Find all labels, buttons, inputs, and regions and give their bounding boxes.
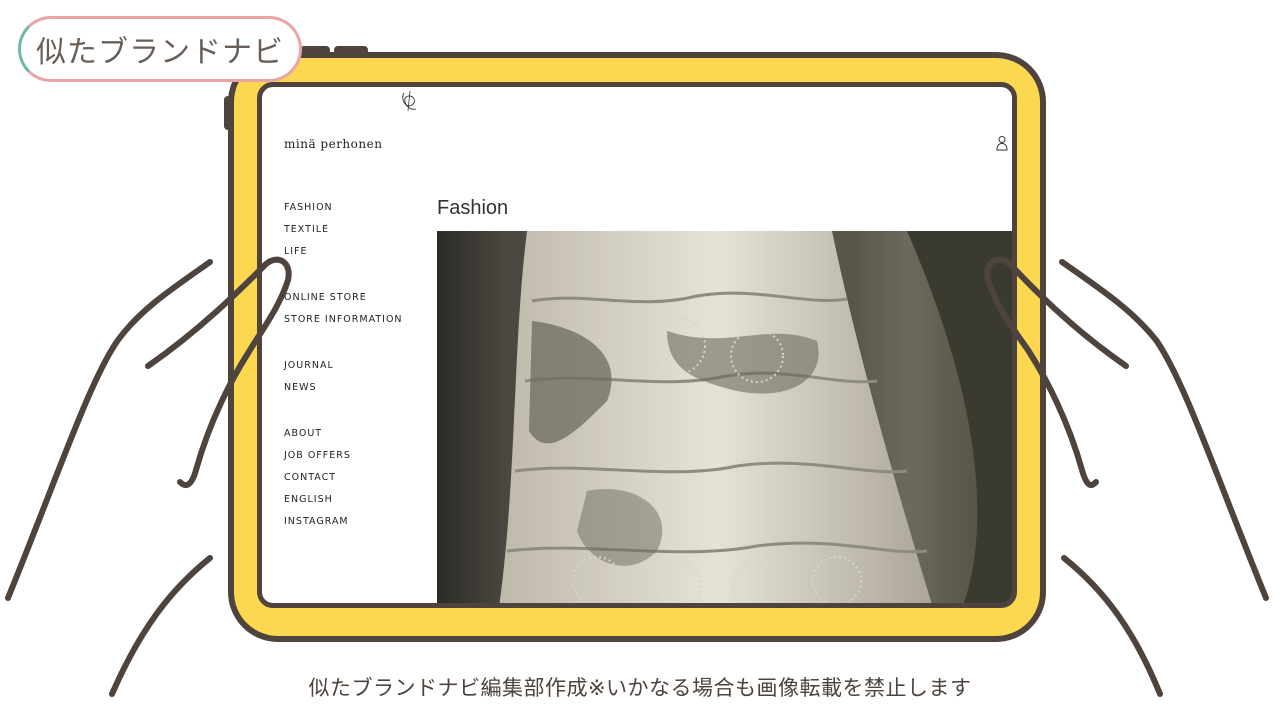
tablet-top-button-2 xyxy=(334,46,368,55)
nav-item-textile[interactable]: TEXTILE xyxy=(284,219,403,241)
nav-item-journal[interactable]: JOURNAL xyxy=(284,355,403,377)
nav-item-job-offers[interactable]: JOB OFFERS xyxy=(284,445,403,467)
hero-photo-dress-illustration xyxy=(499,231,1012,603)
user-account-icon[interactable] xyxy=(996,135,1008,151)
sidebar-nav: FASHION TEXTILE LIFE ONLINE STORE STORE … xyxy=(284,197,403,533)
tablet-top-button-1 xyxy=(300,46,330,55)
nav-item-instagram[interactable]: INSTAGRAM xyxy=(284,511,403,533)
nav-spacer xyxy=(284,263,403,287)
footer-caption: 似たブランドナビ編集部作成※いかなる場合も画像転載を禁止します xyxy=(308,676,972,700)
nav-item-store-information[interactable]: STORE INFORMATION xyxy=(284,309,403,331)
nav-item-fashion[interactable]: FASHION xyxy=(284,197,403,219)
brand-badge: 似たブランドナビ xyxy=(18,16,302,82)
hero-photo[interactable] xyxy=(437,231,1012,603)
tablet-side-button xyxy=(224,96,233,130)
nav-spacer xyxy=(284,331,403,355)
signature-icon xyxy=(402,90,417,112)
tablet-screen: minä perhonen FASHION TEXTILE LIFE ONLIN… xyxy=(257,82,1017,608)
page-title: Fashion xyxy=(437,197,509,219)
nav-item-online-store[interactable]: ONLINE STORE xyxy=(284,287,403,309)
brand-badge-label: 似たブランドナビ xyxy=(36,35,284,70)
site-logo[interactable]: minä perhonen xyxy=(284,137,382,151)
nav-item-news[interactable]: NEWS xyxy=(284,377,403,399)
nav-item-about[interactable]: ABOUT xyxy=(284,423,403,445)
nav-item-life[interactable]: LIFE xyxy=(284,241,403,263)
nav-spacer xyxy=(284,399,403,423)
nav-item-contact[interactable]: CONTACT xyxy=(284,467,403,489)
nav-item-english[interactable]: ENGLISH xyxy=(284,489,403,511)
